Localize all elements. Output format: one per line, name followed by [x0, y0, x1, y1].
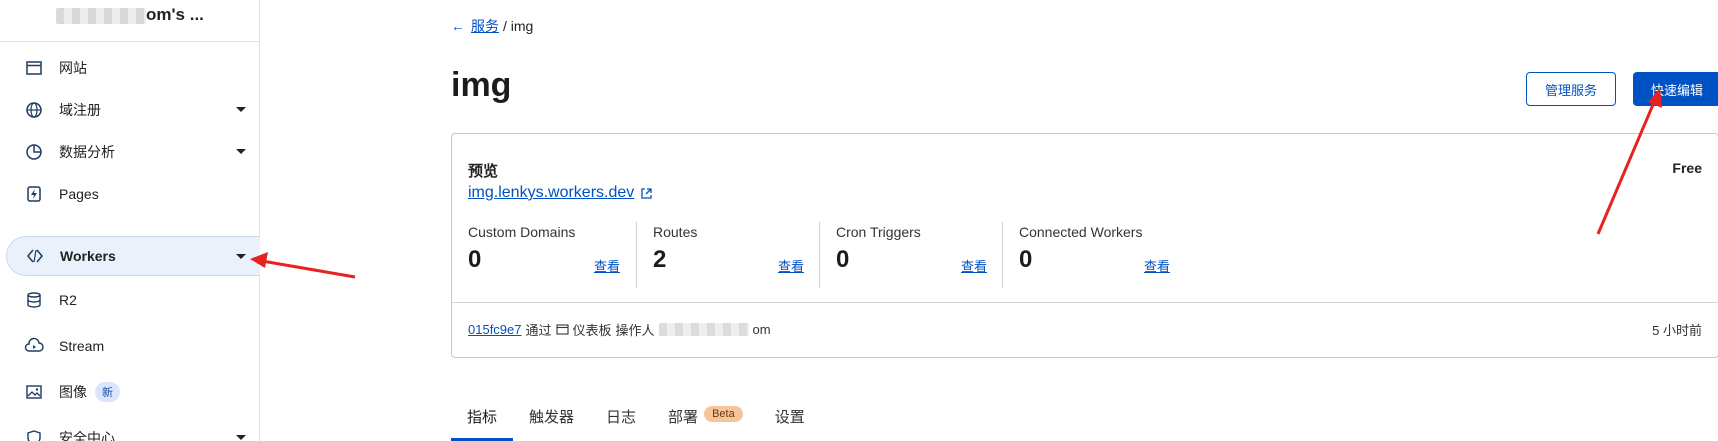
- cloud-play-icon: [24, 336, 44, 356]
- sidebar-item-stream[interactable]: Stream: [6, 326, 260, 366]
- sidebar-item-workers[interactable]: Workers: [6, 236, 260, 276]
- view-routes-link[interactable]: 查看: [778, 256, 804, 275]
- sidebar-item-label: 图像: [59, 384, 87, 400]
- sidebar-item-label: Stream: [59, 338, 105, 354]
- sidebar-item-label: 数据分析: [59, 144, 115, 160]
- back-arrow-icon[interactable]: ←: [451, 18, 465, 34]
- stat-value: 0: [1019, 246, 1033, 273]
- view-connected-workers-link[interactable]: 查看: [1144, 256, 1170, 275]
- worker-tabs: 指标 触发器 日志 部署 Beta 设置: [451, 400, 821, 441]
- chevron-down-icon: [236, 149, 246, 154]
- sidebar-item-label: Pages: [59, 186, 99, 202]
- account-name: om's ...: [146, 5, 204, 24]
- shield-icon: [24, 428, 44, 441]
- redacted-operator: [658, 323, 749, 336]
- globe-icon: [24, 100, 44, 120]
- dashboard-label: 仪表板: [572, 323, 612, 338]
- operator-label: 操作人: [615, 323, 655, 338]
- window-icon: [24, 58, 44, 78]
- tab-settings[interactable]: 设置: [759, 400, 821, 441]
- operator-suffix: om: [752, 322, 771, 337]
- preview-label: 预览: [468, 163, 499, 180]
- sidebar-item-websites[interactable]: 网站: [6, 48, 260, 88]
- stat-connected-workers: Connected Workers 0 查看: [1002, 222, 1186, 288]
- sidebar-item-security-center[interactable]: 安全中心: [6, 418, 260, 441]
- tab-label: 触发器: [529, 409, 575, 426]
- deployment-info: 015fc9e7 通过 仪表板 操作人 om: [468, 320, 771, 339]
- sidebar: om's ... 网站 域注册 数据分析 Pages Workers R2 St…: [0, 0, 260, 441]
- tab-triggers[interactable]: 触发器: [513, 400, 590, 441]
- pie-chart-icon: [24, 142, 44, 162]
- worker-overview-card: 预览 Free img.lenkys.workers.dev Custom Do…: [451, 133, 1718, 358]
- sidebar-item-label: Workers: [60, 248, 116, 264]
- sidebar-item-analytics[interactable]: 数据分析: [6, 132, 260, 172]
- annotation-arrow-workers: [250, 252, 356, 279]
- tab-label: 设置: [774, 409, 805, 426]
- worker-url-text: img.lenkys.workers.dev: [468, 184, 635, 201]
- page-title: img: [451, 66, 512, 104]
- breadcrumb-services-link[interactable]: 服务: [471, 16, 499, 36]
- stat-label: Routes: [653, 224, 698, 240]
- tab-label: 部署: [668, 409, 699, 426]
- view-cron-triggers-link[interactable]: 查看: [961, 256, 987, 275]
- redacted-account: [56, 8, 146, 24]
- sidebar-item-r2[interactable]: R2: [6, 280, 260, 320]
- sidebar-item-images[interactable]: 图像 新: [6, 372, 260, 412]
- view-custom-domains-link[interactable]: 查看: [594, 256, 620, 275]
- tab-metrics[interactable]: 指标: [451, 400, 514, 441]
- plan-label: Free: [1672, 160, 1702, 176]
- worker-url-link[interactable]: img.lenkys.workers.dev: [468, 184, 653, 202]
- stat-cron-triggers: Cron Triggers 0 查看: [819, 222, 1003, 288]
- sidebar-item-label: 网站: [59, 60, 87, 76]
- image-icon: [24, 382, 44, 402]
- sidebar-item-label: 域注册: [59, 102, 101, 118]
- tab-label: 指标: [467, 409, 498, 426]
- chevron-down-icon: [236, 435, 246, 440]
- breadcrumb: ← 服务 / img: [451, 16, 533, 36]
- chevron-down-icon: [236, 254, 246, 259]
- beta-badge: Beta: [704, 406, 743, 422]
- tab-label: 日志: [606, 409, 637, 426]
- tab-logs[interactable]: 日志: [590, 400, 652, 441]
- stat-label: Custom Domains: [468, 224, 576, 240]
- via-label: 通过: [525, 323, 552, 338]
- deployment-hash-link[interactable]: 015fc9e7: [468, 322, 522, 337]
- chevron-down-icon: [236, 107, 246, 112]
- sidebar-item-label: 安全中心: [59, 430, 115, 441]
- external-link-icon: [641, 187, 652, 199]
- stat-routes: Routes 2 查看: [636, 222, 820, 288]
- quick-edit-button[interactable]: 快速编辑: [1633, 72, 1718, 106]
- breadcrumb-current: / img: [503, 18, 534, 34]
- sidebar-item-domain-registration[interactable]: 域注册: [6, 90, 260, 130]
- sidebar-item-label: R2: [59, 292, 77, 308]
- bolt-page-icon: [24, 184, 44, 204]
- account-switcher[interactable]: om's ...: [0, 0, 259, 42]
- deployment-time: 5 小时前: [1652, 323, 1702, 338]
- database-icon: [24, 290, 44, 310]
- new-badge: 新: [95, 382, 120, 402]
- stat-value: 0: [836, 246, 850, 273]
- stat-label: Cron Triggers: [836, 224, 921, 240]
- card-divider: [452, 302, 1718, 303]
- sidebar-item-pages[interactable]: Pages: [6, 174, 260, 214]
- stat-custom-domains: Custom Domains 0 查看: [452, 222, 636, 288]
- workers-icon: [25, 246, 45, 266]
- dashboard-icon: [555, 324, 569, 335]
- stat-value: 2: [653, 246, 667, 273]
- manage-service-button[interactable]: 管理服务: [1526, 72, 1616, 106]
- tab-deployments[interactable]: 部署 Beta: [652, 400, 759, 441]
- stat-value: 0: [468, 246, 482, 273]
- stat-label: Connected Workers: [1019, 224, 1143, 240]
